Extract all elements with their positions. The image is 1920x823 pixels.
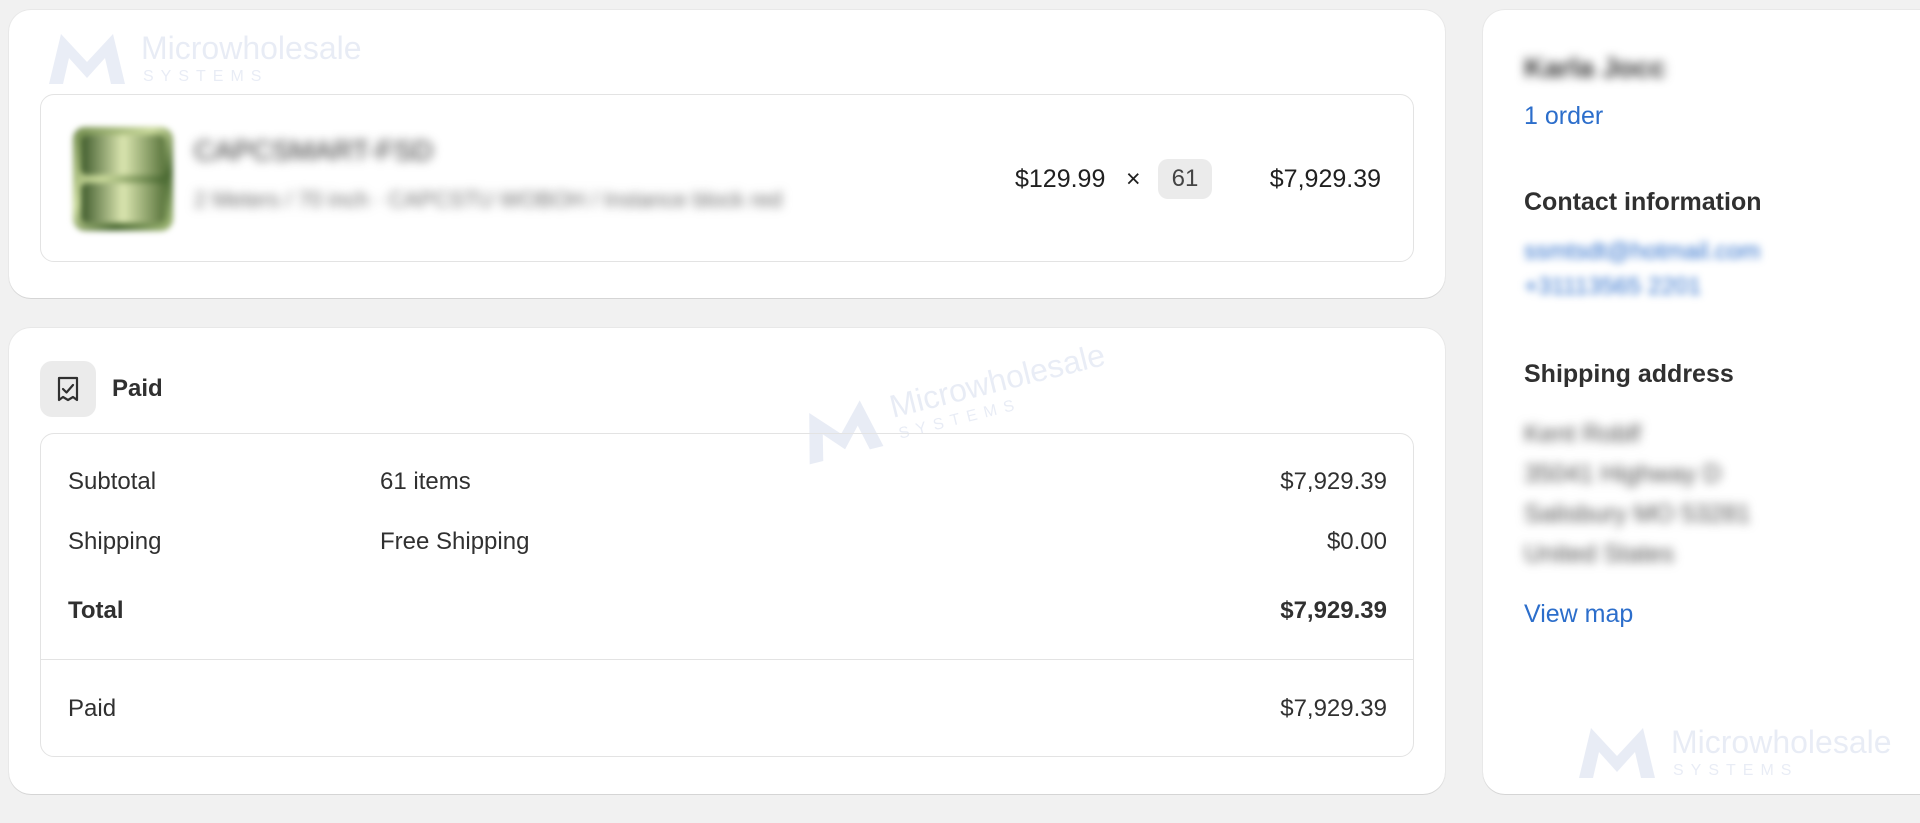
product-variant: 2 Meters / 70 inch · CAPCSTU WOBOH / Ins…	[194, 187, 783, 212]
customer-orders-link[interactable]: 1 order	[1524, 102, 1603, 131]
shipping-address-title: Shipping address	[1524, 360, 1734, 388]
customer-email-link[interactable]: ssmtsdt@hotmail.com	[1524, 238, 1760, 266]
line-items-card: Microwholesale SYSTEMS CAPCSMART-FSD 2 M…	[9, 10, 1445, 298]
address-line: Kent Roblf	[1524, 420, 1641, 448]
watermark-logo: Microwholesale SYSTEMS	[1575, 722, 1915, 792]
line-total: $7,929.39	[1269, 165, 1381, 193]
receipt-check-icon	[40, 361, 96, 417]
multiply-sign: ×	[1126, 165, 1141, 193]
summary-detail: 61 items	[380, 468, 471, 495]
customer-name[interactable]: Karla Jocc	[1524, 52, 1666, 84]
summary-amount: $7,929.39	[1280, 695, 1387, 722]
summary-amount: $0.00	[1326, 528, 1387, 555]
view-map-link[interactable]: View map	[1524, 600, 1633, 629]
summary-label: Shipping	[68, 528, 162, 555]
summary-label: Paid	[68, 695, 117, 722]
divider	[41, 659, 1413, 660]
summary-amount: $7,929.39	[1280, 468, 1387, 495]
microwholesale-logo-icon	[1579, 728, 1655, 778]
watermark-logo: Microwholesale SYSTEMS	[45, 28, 375, 98]
product-name[interactable]: CAPCSMART-FSD	[194, 135, 433, 167]
payment-summary-card: Microwholesale SYSTEMS Paid Subtotal 61 …	[9, 328, 1445, 794]
payment-status-title: Paid	[112, 375, 163, 402]
customer-card: Karla Jocc 1 order Contact information s…	[1483, 10, 1920, 794]
summary-label: Total	[68, 597, 124, 624]
product-thumbnail[interactable]	[73, 127, 173, 231]
summary-label: Subtotal	[68, 468, 157, 495]
address-line: Salisbury MO 53281	[1524, 500, 1751, 528]
summary-detail: Free Shipping	[380, 528, 530, 555]
unit-price: $129.99	[1015, 165, 1106, 193]
line-item-row[interactable]: CAPCSMART-FSD 2 Meters / 70 inch · CAPCS…	[40, 94, 1414, 262]
customer-phone-link[interactable]: +31113565 2201	[1524, 273, 1701, 301]
address-line: United States	[1524, 540, 1675, 568]
address-line: 35041 Highway D	[1524, 460, 1722, 488]
order-detail-page: Microwholesale SYSTEMS CAPCSMART-FSD 2 M…	[0, 0, 1920, 823]
microwholesale-logo-icon	[49, 34, 125, 84]
contact-information-title: Contact information	[1524, 188, 1762, 216]
summary-amount: $7,929.39	[1280, 597, 1387, 624]
quantity-badge: 61	[1158, 159, 1212, 199]
payment-summary-table: Subtotal 61 items $7,929.39 Shipping Fre…	[40, 433, 1414, 757]
